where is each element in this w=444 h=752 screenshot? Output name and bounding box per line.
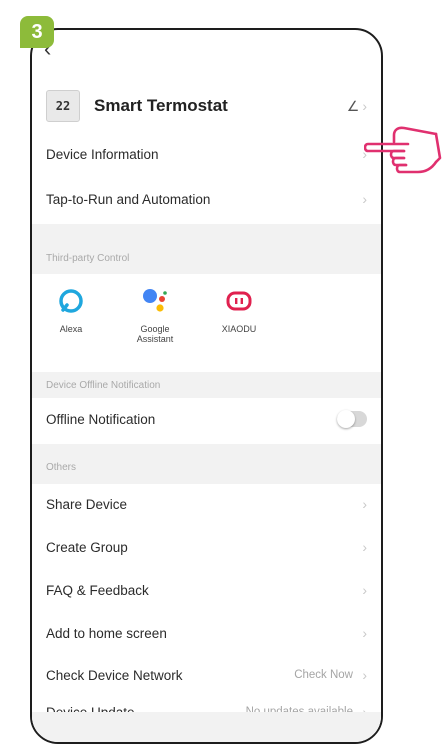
xiaodu-button[interactable]: XIAODU xyxy=(204,286,274,334)
row-label: FAQ & Feedback xyxy=(46,582,149,598)
xiaodu-label: XIAODU xyxy=(221,324,257,334)
device-information-row[interactable]: Device Information › xyxy=(32,134,381,174)
alexa-icon xyxy=(56,286,86,316)
row-label: Create Group xyxy=(46,539,128,555)
device-header: 22 Smart Termostat ∠ › xyxy=(32,82,381,130)
section-others: Others xyxy=(32,444,381,484)
chevron-right-icon: › xyxy=(362,539,367,555)
row-label: Tap-to-Run and Automation xyxy=(46,191,211,207)
section-offline: Device Offline Notification xyxy=(32,372,381,398)
row-label: Share Device xyxy=(46,496,128,512)
google-assistant-label: Google Assistant xyxy=(136,324,174,345)
create-group-row[interactable]: Create Group › xyxy=(32,526,381,568)
row-label: Check Device Network xyxy=(46,667,183,683)
chevron-right-icon: › xyxy=(362,667,367,683)
offline-notification-row: Offline Notification xyxy=(32,398,381,440)
row-label: Add to home screen xyxy=(46,625,167,641)
row-value: Check Now xyxy=(294,669,353,681)
add-to-home-screen-row[interactable]: Add to home screen › xyxy=(32,612,381,654)
alexa-label: Alexa xyxy=(59,324,83,334)
pointing-hand-icon xyxy=(364,126,442,174)
alexa-button[interactable]: Alexa xyxy=(36,286,106,334)
device-name: Smart Termostat xyxy=(94,96,228,115)
chevron-right-icon: › xyxy=(362,496,367,512)
row-label: Device Information xyxy=(46,146,159,162)
google-assistant-button[interactable]: Google Assistant xyxy=(120,286,190,345)
row-label: Offline Notification xyxy=(46,411,156,427)
section-third-party: Third-party Control xyxy=(32,224,381,274)
chevron-right-icon: › xyxy=(362,582,367,598)
thermostat-icon: 22 xyxy=(46,90,80,122)
phone-frame: ‹ 22 Smart Termostat ∠ › Device Informati… xyxy=(30,28,383,744)
chevron-right-icon: › xyxy=(362,625,367,641)
bottom-band xyxy=(32,712,381,742)
section-label: Others xyxy=(46,461,77,473)
thermostat-display: 22 xyxy=(55,99,71,113)
faq-feedback-row[interactable]: FAQ & Feedback › xyxy=(32,569,381,611)
toggle-knob xyxy=(337,410,355,428)
section-label: Third-party Control xyxy=(46,252,130,264)
xiaodu-icon xyxy=(224,286,254,316)
tap-to-run-row[interactable]: Tap-to-Run and Automation › xyxy=(32,178,381,220)
section-label: Device Offline Notification xyxy=(46,379,161,391)
share-device-row[interactable]: Share Device › xyxy=(32,484,381,524)
third-party-panel: Alexa Google Assistant XIAODU xyxy=(32,274,381,372)
google-assistant-icon xyxy=(140,286,170,316)
edit-icon[interactable]: ∠ › xyxy=(347,98,367,115)
step-badge: 3 xyxy=(20,16,54,48)
chevron-right-icon: › xyxy=(362,191,367,207)
offline-notification-toggle[interactable] xyxy=(337,410,367,428)
